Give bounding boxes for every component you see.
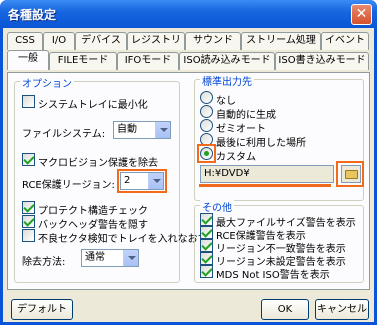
max-file-size-warning-checkbox[interactable] [200, 213, 213, 226]
default-button[interactable]: デフォルト [11, 299, 73, 320]
minimize-tray-label: システムトレイに最小化 [38, 100, 148, 111]
rce-highlight-box [117, 169, 167, 193]
chevron-down-icon [123, 250, 138, 266]
folder-highlight-box [336, 161, 364, 187]
tab-event[interactable]: イベント [321, 32, 369, 50]
macrovision-label: マクロビジョン保護を除去 [38, 158, 158, 169]
radio-auto-generate[interactable] [200, 105, 213, 118]
region-mismatch-warning-checkbox[interactable] [200, 239, 213, 252]
removal-method-label: 除去方法: [22, 257, 66, 268]
radio-auto-generate-label: 自動的に生成 [216, 110, 276, 121]
region-unset-warning-checkbox[interactable] [200, 252, 213, 265]
chevron-down-icon [155, 122, 170, 138]
tab-io[interactable]: I/O [43, 32, 75, 50]
tab-file-mode[interactable]: FILEモード [49, 52, 117, 70]
close-button[interactable]: ✕ [351, 4, 372, 25]
macrovision-checkbox[interactable] [22, 153, 35, 166]
path-underline-highlight [199, 184, 331, 187]
rce-region-label: RCE保護リージョン: [22, 180, 115, 191]
hide-backup-label: バックヘッダ警告を隠す [38, 220, 148, 231]
title-bar[interactable]: 各種設定 ✕ [0, 0, 377, 28]
tab-css[interactable]: CSS [7, 32, 43, 50]
protect-check-checkbox[interactable] [22, 201, 35, 214]
filesystem-label: ファイルシステム: [22, 129, 106, 140]
settings-window: 各種設定 ✕ CSS I/O デバイス レジストリ サウンド ストリーム処理 イ… [0, 0, 377, 325]
bad-sector-label: 不良セクタ検知でトレイを入れなおす [38, 234, 208, 245]
radio-none-label: なし [216, 96, 236, 107]
radio-semi-auto-label: ゼミオート [216, 124, 266, 135]
tab-device[interactable]: デバイス [75, 32, 127, 50]
tab-ifo-mode[interactable]: IFOモード [117, 52, 179, 70]
ok-button[interactable]: OK [261, 299, 309, 320]
filesystem-select[interactable]: 自動 [113, 121, 171, 139]
other-group-title: その他 [200, 199, 234, 214]
minimize-tray-checkbox[interactable] [22, 95, 35, 108]
cancel-button[interactable]: キャンセル [315, 299, 369, 320]
bad-sector-checkbox[interactable] [22, 229, 35, 242]
rce-warning-checkbox[interactable] [200, 226, 213, 239]
radio-custom-label: カスタム [216, 152, 256, 163]
tab-stream[interactable]: ストリーム処理 [241, 32, 321, 50]
filesystem-value: 自動 [117, 124, 137, 135]
custom-radio-highlight-box [197, 144, 216, 163]
general-tab-panel: オプション システムトレイに最小化 ファイルシステム: 自動 マクロビジョン保護… [7, 72, 370, 290]
mds-not-iso-warning-checkbox[interactable] [200, 265, 213, 278]
tab-iso-write[interactable]: ISO書き込みモード [275, 52, 369, 70]
removal-method-value: 通常 [85, 252, 105, 263]
radio-semi-auto[interactable] [200, 119, 213, 132]
standard-output-title: 標準出力先 [200, 73, 254, 88]
tab-registry[interactable]: レジストリ [127, 32, 185, 50]
tab-sound[interactable]: サウンド [185, 32, 241, 50]
radio-last-used-label: 最後に利用した場所 [216, 138, 306, 149]
mds-not-iso-warning-label: MDS Not ISO警告を表示 [216, 270, 330, 281]
tab-general[interactable]: 一般 [7, 50, 49, 70]
window-title: 各種設定 [8, 8, 57, 22]
dialog-client: CSS I/O デバイス レジストリ サウンド ストリーム処理 イベント 一般 … [3, 28, 374, 322]
hide-backup-checkbox[interactable] [22, 215, 35, 228]
tab-iso-read[interactable]: ISO読み込みモード [179, 52, 275, 70]
radio-none[interactable] [200, 91, 213, 104]
output-path-field[interactable]: H:¥DVD¥ [200, 165, 334, 183]
protect-check-label: プロテクト構造チェック [38, 206, 148, 217]
options-group-title: オプション [20, 75, 74, 90]
removal-method-select[interactable]: 通常 [81, 249, 139, 267]
